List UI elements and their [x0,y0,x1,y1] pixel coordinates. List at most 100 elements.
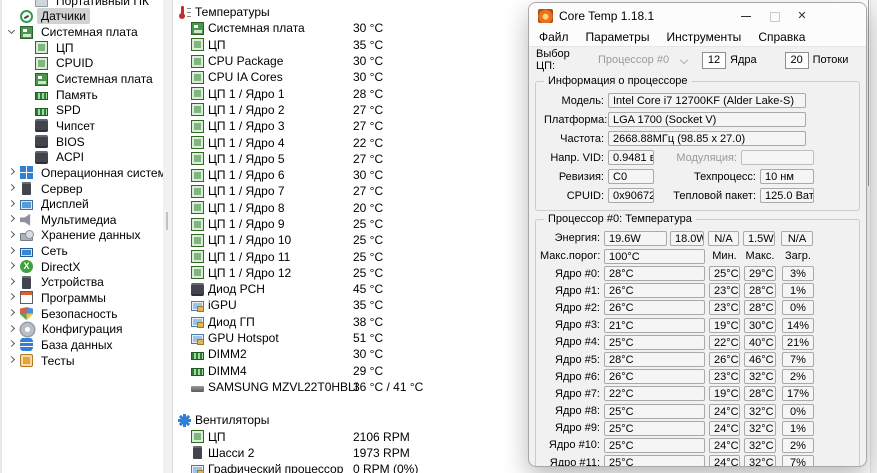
chevron-icon[interactable] [4,181,20,196]
sensor-row[interactable]: GPU Hotspot 51 °C [176,330,576,346]
tree-item[interactable]: Датчики [2,9,165,25]
sensor-row[interactable]: ЦП 35 °C [176,37,576,53]
tree-item[interactable]: Устройства [2,275,165,291]
tree-item-label: SPD [52,102,85,118]
panel-splitter[interactable] [163,0,173,473]
chevron-icon[interactable] [4,9,20,24]
menu-options[interactable]: Параметры [586,30,650,44]
chassis-icon [193,446,202,459]
title-bar[interactable]: Core Temp 1.18.1 [529,3,866,28]
sensor-row[interactable]: ЦП 1 / Ядро 9 25 °C [176,216,576,232]
tree-item[interactable]: Сеть [2,243,165,259]
section-gap [176,395,576,412]
minimize-icon[interactable] [732,6,760,26]
chevron-icon[interactable] [4,25,20,40]
sensor-row[interactable]: Графический процессор 0 RPM (0%) [176,461,576,473]
sensor-row[interactable]: ЦП 2106 RPM [176,428,576,444]
tree-item[interactable]: Чипсет [2,118,165,134]
close-icon[interactable] [788,6,816,26]
tree-item[interactable]: Системная плата [2,71,165,87]
menu-file[interactable]: Файл [539,30,569,44]
tree-item[interactable]: Дисплей [2,196,165,212]
devices-icon [22,276,31,289]
chevron-icon[interactable] [4,165,20,180]
network-icon [20,248,33,257]
sensor-label: ЦП 1 / Ядро 11 [208,250,290,264]
sensor-row[interactable]: ЦП 1 / Ядро 6 30 °C [176,167,576,183]
tree-item[interactable]: Программы [2,290,165,306]
sensor-row[interactable]: Шасси 2 1973 RPM [176,445,576,461]
tree-item[interactable]: CPUID [2,56,165,72]
tree-item[interactable]: BIOS [2,134,165,150]
chevron-icon[interactable] [4,244,20,259]
chevron-icon[interactable] [4,337,20,352]
sensor-row[interactable]: SAMSUNG MZVL22T0HBLB-... 36 °C / 41 °C [176,379,576,395]
sensor-row[interactable]: Диод ГП 38 °C [176,314,576,330]
tree-item[interactable]: Мультимедиа [2,212,165,228]
sensor-row[interactable]: CPU IA Cores 30 °C [176,69,576,85]
sensor-row[interactable]: ЦП 1 / Ядро 4 22 °C [176,134,576,150]
cpu-chip-icon [191,103,204,116]
chevron-icon[interactable] [19,40,35,55]
chevron-icon[interactable] [19,56,35,71]
core-max-temp: 30°C [744,318,776,333]
sensor-row[interactable]: CPU Package 30 °C [176,53,576,69]
chevron-icon[interactable] [19,0,35,8]
chevron-icon[interactable] [4,197,20,212]
chevron-icon[interactable] [4,322,20,337]
chevron-icon[interactable] [4,275,20,290]
chevron-icon[interactable] [4,228,20,243]
menu-tools[interactable]: Инструменты [666,30,741,44]
sensor-row[interactable]: ЦП 1 / Ядро 3 27 °C [176,118,576,134]
tree-item[interactable]: SPD [2,102,165,118]
chevron-icon[interactable] [4,290,20,305]
sensor-row[interactable]: iGPU 35 °C [176,297,576,313]
sensor-row[interactable]: ЦП 1 / Ядро 2 27 °C [176,102,576,118]
tree-item[interactable]: Тесты [2,353,165,369]
tree-item[interactable]: Операционная система [2,165,165,181]
menu-help[interactable]: Справка [758,30,805,44]
tree-item[interactable]: DirectX [2,259,165,275]
core-min-temp: 24°C [709,455,740,467]
chevron-icon[interactable] [4,306,20,321]
sensor-row[interactable]: ЦП 1 / Ядро 10 25 °C [176,232,576,248]
tree-item[interactable]: Память [2,87,165,103]
chevron-icon[interactable] [4,212,20,227]
sensor-row[interactable]: ЦП 1 / Ядро 8 20 °C [176,200,576,216]
tree-item[interactable]: Сервер [2,181,165,197]
sensor-row[interactable]: Диод PCH 45 °C [176,281,576,297]
sensor-row[interactable]: Системная плата 30 °C [176,20,576,36]
sensor-row[interactable]: DIMM2 30 °C [176,346,576,362]
sensor-row[interactable]: ЦП 1 / Ядро 7 27 °C [176,183,576,199]
core-max-temp: 46°C [744,352,776,367]
modulation-label: Модуляция: [676,152,737,164]
column-header-min: Мин. [709,250,740,262]
chevron-icon[interactable] [19,150,35,165]
chevron-icon[interactable] [19,118,35,133]
tree-item[interactable]: Безопасность [2,306,165,322]
tree-item[interactable]: Хранение данных [2,228,165,244]
ram-icon [35,108,48,116]
vertical-scrollbar[interactable] [870,0,877,473]
sensor-row[interactable]: ЦП 1 / Ядро 12 25 °C [176,265,576,281]
chevron-icon[interactable] [19,103,35,118]
windows-icon [20,166,33,179]
ram-icon [191,352,204,360]
chevron-icon[interactable] [19,134,35,149]
chevron-icon[interactable] [4,259,20,274]
chevron-icon[interactable] [4,353,20,368]
sensor-row[interactable]: ЦП 1 / Ядро 5 27 °C [176,151,576,167]
cpu-select-dropdown[interactable]: Процессор #0 [598,54,690,66]
tree-item[interactable]: Системная плата [2,24,165,40]
tree-item[interactable]: База данных [2,337,165,353]
sensor-row[interactable]: ЦП 1 / Ядро 11 25 °C [176,248,576,264]
tree-item[interactable]: Конфигурация [2,321,165,337]
chevron-icon[interactable] [19,87,35,102]
tree-item[interactable]: ЦП [2,40,165,56]
sensor-row[interactable]: DIMM4 29 °C [176,363,576,379]
sensor-row[interactable]: ЦП 1 / Ядро 1 28 °C [176,85,576,101]
chevron-icon[interactable] [19,72,35,87]
sensor-value: 38 °C [353,315,383,329]
tree-item[interactable]: ACPI [2,149,165,165]
tree-item[interactable]: Портативный ПК [2,0,165,9]
